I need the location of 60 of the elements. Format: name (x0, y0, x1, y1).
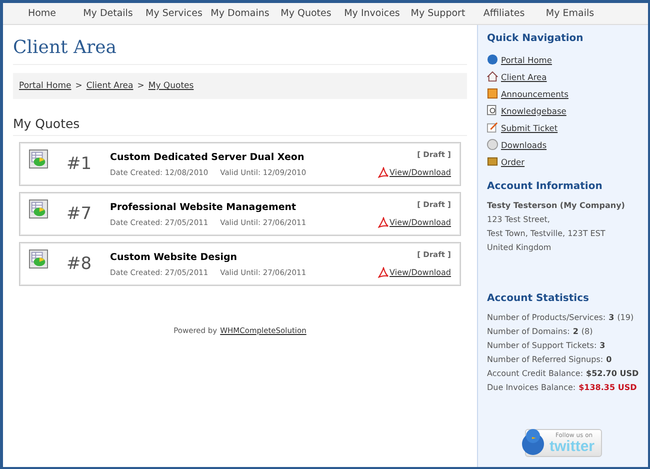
notepad-icon (487, 122, 498, 133)
address-line: 123 Test Street, (487, 214, 551, 226)
account-name: Testy Testerson (My Company) (487, 200, 626, 212)
quick-nav-link[interactable]: Submit Ticket (501, 122, 558, 132)
spreadsheet-icon (29, 199, 48, 219)
quick-nav-link[interactable]: Client Area (501, 72, 547, 82)
stat-value: $52.70 USD (586, 368, 639, 380)
badge-brand: twitter (550, 438, 594, 454)
nav-link[interactable]: Affiliates (471, 3, 537, 24)
quick-nav-link[interactable]: Portal Home (501, 54, 552, 64)
stat-label: Number of Referred Signups: (487, 354, 604, 366)
address-line: United Kingdom (487, 242, 552, 254)
house-icon (487, 71, 498, 82)
spreadsheet-icon (29, 249, 48, 269)
quote-subject: Custom Dedicated Server Dual Xeon (110, 152, 306, 162)
quote-number: #7 (65, 204, 93, 224)
nav-link[interactable]: My Invoices (339, 3, 405, 24)
stat-value: 3 (608, 312, 614, 324)
stat-label: Number of Domains: (487, 326, 570, 338)
download-link[interactable]: View/Download (390, 268, 451, 277)
download-link[interactable]: View/Download (390, 218, 451, 227)
section-title: My Quotes (13, 116, 467, 136)
quote-subject: Professional Website Management (110, 202, 298, 212)
stat-value: 2 (572, 326, 578, 338)
sidebar-heading: Account Statistics (487, 293, 590, 304)
sidebar-heading: Quick Navigation (487, 33, 584, 44)
address-line: Test Town, Testville, 123T EST (487, 228, 606, 240)
nav-link[interactable]: My Services (141, 3, 207, 24)
stat-extra: (8) (581, 326, 593, 338)
magnifier-icon (487, 105, 498, 116)
nav-link[interactable]: My Emails (537, 3, 603, 24)
stat-label: Number of Support Tickets: (487, 340, 597, 352)
quote-subject: Custom Website Design (110, 252, 238, 262)
breadcrumb-separator: > (137, 81, 144, 91)
stat-label: Number of Products/Services: (487, 312, 606, 324)
quote-number: #8 (65, 254, 93, 274)
breadcrumb-link[interactable]: Portal Home (19, 81, 72, 91)
breadcrumb-link[interactable]: Client Area (86, 81, 134, 91)
nav-link[interactable]: My Support (405, 3, 471, 24)
page-title: Client Area (13, 37, 467, 65)
quick-nav-link[interactable]: Downloads (501, 140, 547, 150)
quick-nav-link[interactable]: Knowledgebase (501, 106, 566, 116)
sidebar-heading: Account Information (487, 181, 604, 192)
nav-link[interactable]: My Quotes (273, 3, 339, 24)
spreadsheet-icon (29, 149, 48, 169)
quick-nav-link[interactable]: Order (501, 156, 525, 166)
download-link[interactable]: View/Download (390, 168, 451, 177)
stat-label: Due Invoices Balance: (487, 382, 576, 394)
nav-link[interactable]: Home (9, 3, 75, 24)
nav-link[interactable]: My Details (75, 3, 141, 24)
stat-value: 0 (606, 354, 612, 366)
breadcrumb-link[interactable]: My Quotes (148, 81, 194, 91)
nav-link[interactable]: My Domains (207, 3, 273, 24)
stat-extra: (19) (617, 312, 634, 324)
quote-number: #1 (65, 154, 93, 174)
breadcrumb-separator: > (75, 81, 82, 91)
quick-nav-link[interactable]: Announcements (501, 88, 568, 98)
stat-label: Account Credit Balance: (487, 368, 584, 380)
stat-value: 3 (600, 340, 606, 352)
stat-value: $138.35 USD (578, 382, 637, 394)
